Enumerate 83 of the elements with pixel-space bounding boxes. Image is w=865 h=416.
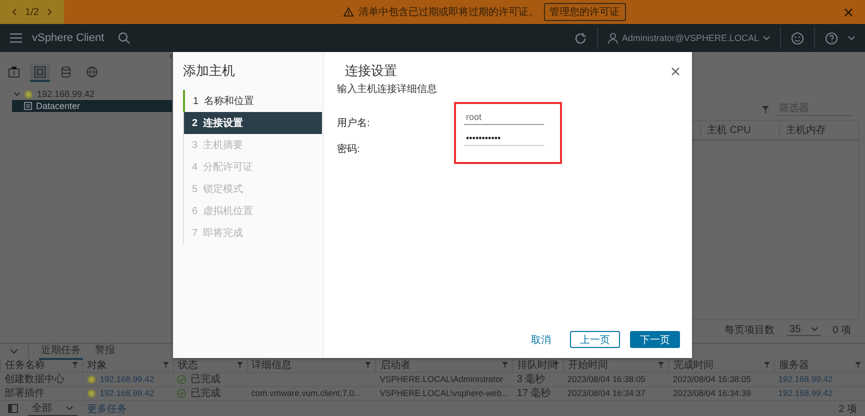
step-description: 输入主机连接详细信息 [337, 82, 438, 96]
item-count: 2 项 [838, 402, 857, 416]
back-button[interactable]: 上一页 [570, 331, 620, 348]
filter-icon[interactable] [162, 362, 169, 368]
table-cell: VSPHERE.LOCAL\vsphere-web... [380, 388, 509, 398]
caret-icon[interactable] [14, 91, 20, 97]
table-cell: 2023/08/04 16:38:05 [567, 374, 646, 384]
close-icon[interactable] [671, 66, 680, 76]
tree-item[interactable]: Datacenter [12, 100, 172, 112]
caret-icon [810, 327, 818, 332]
hosts-icon [8, 66, 20, 78]
column-header[interactable]: 服务器 [774, 358, 865, 372]
table-cell: 2023/08/04 16:38:05 [672, 374, 751, 384]
table-cell: 3 毫秒 [516, 374, 546, 385]
server-link[interactable]: 192.168.99.42 [778, 388, 833, 398]
panel-toggle-icon[interactable] [8, 404, 18, 413]
filter-icon[interactable] [855, 362, 861, 368]
check-circle-icon [177, 389, 186, 398]
page-size-label: 每页项目数 [724, 324, 775, 337]
dialog-title: 添加主机 [183, 62, 236, 80]
status-text: 已完成 [190, 387, 220, 400]
table-cell: com.vmware.vum.client:7.0... [251, 388, 362, 398]
tree-item[interactable]: 192.168.99.42 [0, 88, 172, 100]
filter-icon[interactable] [72, 362, 78, 368]
caret-icon[interactable] [848, 36, 855, 40]
page-indicator: 1/2 [25, 6, 39, 18]
cancel-button[interactable]: 取消 [522, 331, 560, 348]
table-cell: 17 毫秒 [516, 388, 551, 399]
storage-icon [60, 66, 72, 78]
table-cell: VSPHERE.LOCAL\Administrator [380, 374, 504, 384]
help-icon[interactable] [825, 32, 838, 44]
page-size-select[interactable]: 35 [786, 324, 821, 336]
refresh-icon[interactable] [574, 32, 587, 44]
wizard-step[interactable]: 2 连接设置 [184, 112, 322, 134]
field-label: 用户名: [337, 116, 371, 131]
globe-icon [86, 66, 98, 78]
table-cell: 2023/08/04 16:34:37 [567, 388, 646, 398]
column-header[interactable]: 对象 [82, 358, 174, 372]
more-tasks-link[interactable]: 更多任务 [87, 402, 127, 416]
license-warning: 清单中包含已过期或即将过期的许可证。 [358, 6, 538, 19]
field-label: 密码: [337, 142, 361, 157]
datacenter-icon [24, 102, 32, 110]
filter-icon[interactable] [762, 106, 769, 112]
status-text: 已完成 [190, 373, 220, 386]
table-cell: 部署插件 [4, 388, 44, 399]
previous-icon[interactable] [11, 8, 18, 16]
close-icon[interactable] [844, 8, 853, 16]
check-circle-icon [177, 375, 186, 384]
filter-icon[interactable] [502, 362, 508, 368]
user-icon [608, 32, 618, 44]
column-header[interactable]: 任务名称 [0, 358, 83, 372]
user-menu[interactable]: Administrator@VSPHERE.LOCAL [622, 33, 759, 43]
object-link[interactable]: 192.168.99.42 [100, 373, 154, 386]
vms-tab[interactable] [30, 64, 50, 82]
object-link[interactable]: 192.168.99.42 [100, 387, 154, 400]
panel-tab[interactable]: 警报 [93, 342, 117, 360]
next-icon[interactable] [46, 8, 53, 16]
table-cell: 创建数据中心 [4, 374, 64, 385]
next-button[interactable]: 下一页 [630, 331, 680, 348]
server-link[interactable]: 192.168.99.42 [778, 374, 833, 384]
filter-icon[interactable] [764, 362, 770, 368]
vcenter-icon [24, 90, 33, 98]
caret-icon[interactable] [763, 36, 770, 40]
smiley-icon[interactable] [791, 32, 804, 44]
filter-icon[interactable] [236, 362, 243, 368]
app-title: vSphere Client [32, 32, 104, 44]
column-header[interactable]: 主机 CPU [700, 123, 779, 137]
filter-icon[interactable] [658, 362, 664, 368]
manage-licenses-button[interactable]: 管理您的许可证 [544, 3, 626, 21]
filter-icon[interactable] [365, 362, 372, 368]
task-filter-select[interactable]: 全部 [28, 401, 77, 416]
column-header[interactable]: 主机内存 [779, 123, 858, 137]
search-icon[interactable] [118, 32, 130, 44]
menu-icon[interactable] [10, 33, 22, 43]
step-heading: 连接设置 [345, 62, 397, 80]
chevron-icon[interactable] [10, 348, 18, 354]
collapse-arrow[interactable]: ‹ [169, 50, 173, 62]
vm-icon [34, 66, 46, 78]
item-count: 0 项 [832, 324, 851, 337]
panel-tab[interactable]: 近期任务 [39, 342, 83, 360]
warning-icon [342, 7, 354, 17]
caret-icon [66, 406, 73, 410]
table-cell: 2023/08/04 16:34:39 [672, 388, 751, 398]
